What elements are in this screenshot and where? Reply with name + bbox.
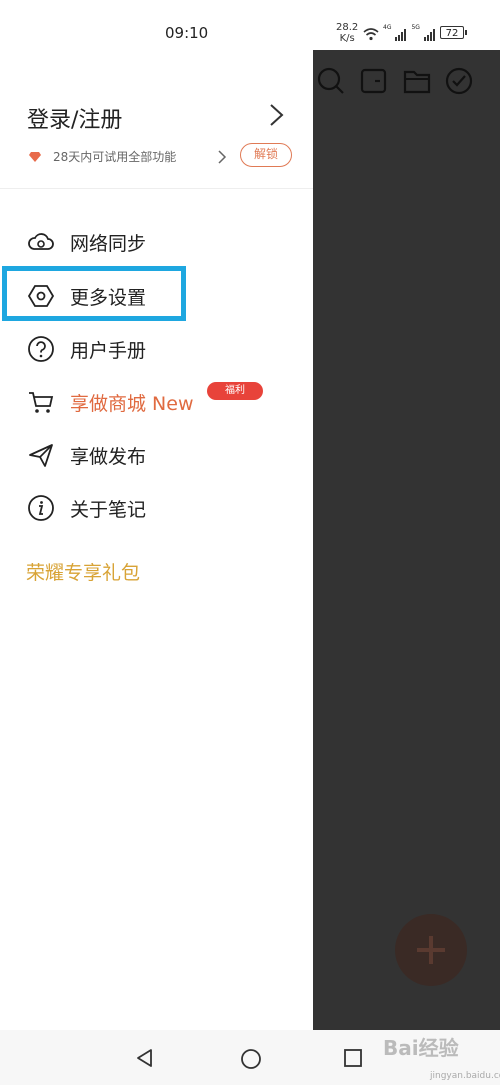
back-icon[interactable] <box>135 1048 155 1068</box>
menu-label: 网络同步 <box>70 232 147 255</box>
menu-item-user-manual[interactable]: 用户手册 <box>26 334 146 364</box>
network-speed-unit: K/s <box>339 33 355 44</box>
login-register-link[interactable]: 登录/注册 <box>27 102 122 134</box>
network-speed-value: 28.2 <box>336 22 359 33</box>
welfare-badge: 福利 <box>207 382 263 400</box>
battery-icon: 72 <box>440 26 467 39</box>
honor-gift-pack-link[interactable]: 荣耀专享礼包 <box>26 558 140 585</box>
dimmed-main-content[interactable] <box>313 50 500 1030</box>
search-icon[interactable] <box>317 67 345 95</box>
net-label-4g: 4G <box>383 24 392 31</box>
diamond-icon <box>29 152 41 162</box>
trial-info-text: 28天内可试用全部功能 <box>53 150 177 164</box>
folder-icon[interactable] <box>403 67 431 95</box>
navigation-drawer: 登录/注册 28天内可试用全部功能 解锁 网络同步 更多设置 用户手册 享做商城… <box>0 50 313 1030</box>
cart-icon <box>26 387 56 417</box>
highlight-box <box>2 266 186 321</box>
status-time: 09:10 <box>165 24 209 42</box>
send-icon <box>26 440 56 470</box>
signal-icons: 4G 5G <box>363 25 436 41</box>
network-speed: 28.2 K/s <box>336 22 358 44</box>
divider <box>0 188 313 189</box>
signal-bars-icon <box>395 29 407 41</box>
menu-item-publish[interactable]: 享做发布 <box>26 440 146 470</box>
info-icon <box>26 493 56 523</box>
menu-label: 享做发布 <box>70 445 147 468</box>
home-icon[interactable] <box>240 1048 262 1070</box>
unlock-button[interactable]: 解锁 <box>240 143 292 167</box>
chevron-right-icon[interactable] <box>268 102 286 128</box>
plus-icon <box>417 936 445 964</box>
wallet-icon[interactable] <box>360 67 388 95</box>
net-label-5g: 5G <box>411 24 420 31</box>
watermark-logo: Bai经验 <box>383 1036 459 1060</box>
cloud-sync-icon <box>26 227 56 257</box>
status-bar: 09:10 28.2 K/s 4G 5G 72 <box>0 0 500 50</box>
menu-item-about[interactable]: 关于笔记 <box>26 493 146 523</box>
wifi-icon <box>363 28 379 41</box>
signal-bars-icon <box>423 29 435 41</box>
chevron-right-icon[interactable] <box>217 148 227 166</box>
menu-item-store[interactable]: 享做商城 New <box>26 387 193 417</box>
menu-item-cloud-sync[interactable]: 网络同步 <box>26 227 146 257</box>
menu-label: 用户手册 <box>70 339 147 362</box>
question-icon <box>26 334 56 364</box>
check-circle-icon[interactable] <box>445 67 473 95</box>
menu-label: 享做商城 New <box>70 392 194 415</box>
menu-label: 关于笔记 <box>70 498 147 521</box>
watermark-url: jingyan.baidu.com <box>430 1071 500 1081</box>
recents-icon[interactable] <box>343 1048 363 1068</box>
add-note-button[interactable] <box>395 914 467 986</box>
